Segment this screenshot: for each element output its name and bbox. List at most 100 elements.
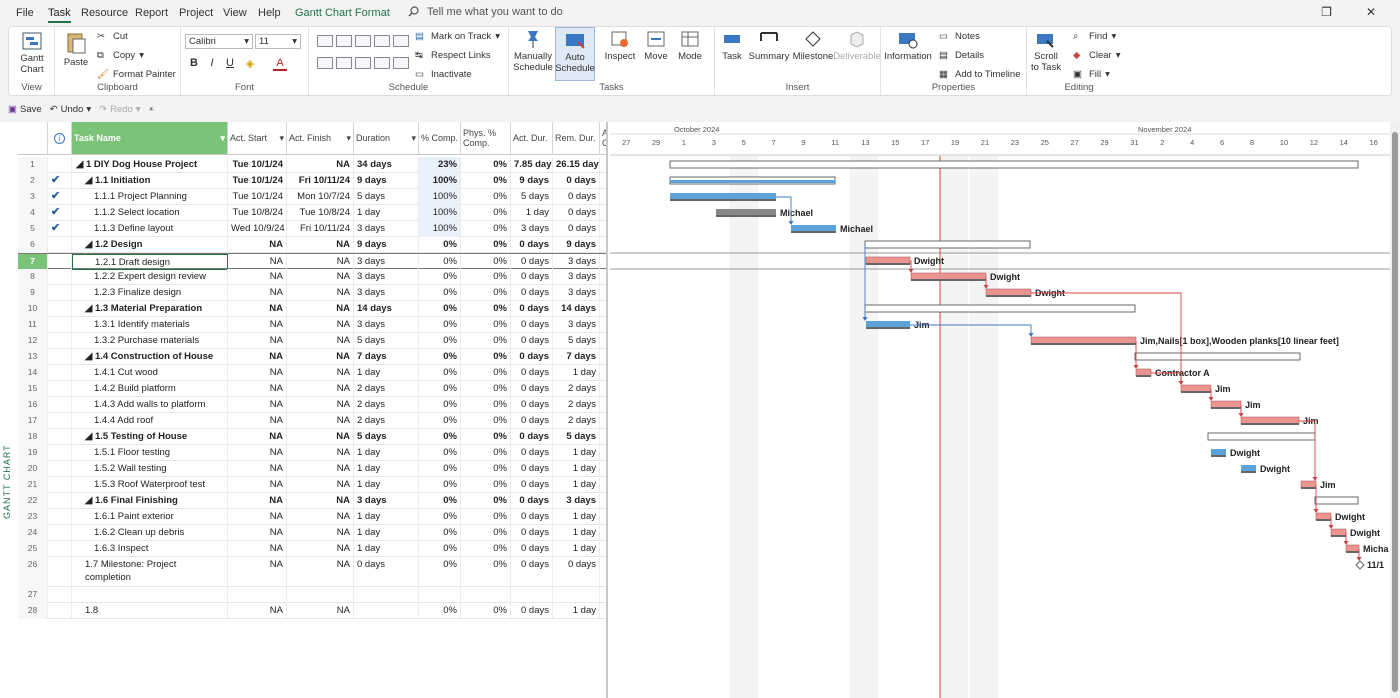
pc-cell[interactable]: 0%: [419, 269, 461, 285]
rem-cell[interactable]: 1 day: [553, 461, 600, 477]
finish-cell[interactable]: NA: [287, 397, 354, 413]
pc-cell[interactable]: 23%: [419, 157, 461, 173]
table-row[interactable]: 10 ◢ 1.3 Material Preparation NA NA 14 days 0…: [18, 301, 606, 317]
finish-cell[interactable]: NA: [287, 317, 354, 333]
row-number[interactable]: 16: [18, 397, 48, 413]
finish-cell[interactable]: NA: [287, 157, 354, 173]
dur-cell[interactable]: 1 day: [354, 461, 419, 477]
finish-cell[interactable]: NA: [287, 493, 354, 509]
finish-cell[interactable]: NA: [287, 445, 354, 461]
table-row[interactable]: 25 1.6.3 Inspect NA NA 1 day 0% 0% 0 days 1 day: [18, 541, 606, 557]
finish-cell[interactable]: NA: [287, 381, 354, 397]
pc-cell[interactable]: 0%: [419, 603, 461, 619]
start-cell[interactable]: NA: [228, 381, 287, 397]
phys-cell[interactable]: 0%: [461, 525, 511, 541]
dur-cell[interactable]: 1 day: [354, 541, 419, 557]
table-row[interactable]: 6 ◢ 1.2 Design NA NA 9 days 0% 0% 0 days 9 days: [18, 237, 606, 253]
pc-cell[interactable]: 0%: [419, 317, 461, 333]
manually-schedule-button[interactable]: Manually Schedule: [513, 29, 553, 73]
adur-cell[interactable]: 0 days: [511, 254, 553, 270]
clear-button[interactable]: ◆ Clear ▾: [1073, 50, 1120, 61]
table-row[interactable]: 2 ✔ ◢ 1.1 Initiation Tue 10/1/24 Fri 10/11/2…: [18, 173, 606, 189]
task-name-cell[interactable]: 1.1.2 Select location: [72, 205, 228, 221]
bold-button[interactable]: B: [187, 57, 201, 69]
inspect-button[interactable]: Inspect: [603, 29, 637, 62]
highlight-color-icon[interactable]: ◈: [243, 57, 257, 70]
respect-links-button[interactable]: ↹ Respect Links: [415, 50, 491, 61]
start-cell[interactable]: NA: [228, 477, 287, 493]
phys-cell[interactable]: 0%: [461, 413, 511, 429]
add-to-timeline-button[interactable]: ▦ Add to Timeline: [939, 69, 1020, 80]
finish-cell[interactable]: NA: [287, 557, 354, 587]
seventy-five-percent-icon[interactable]: [374, 35, 390, 47]
adur-cell[interactable]: 0 days: [511, 285, 553, 301]
row-number[interactable]: 17: [18, 413, 48, 429]
phys-cell[interactable]: 0%: [461, 509, 511, 525]
undo-button[interactable]: ↶ Undo ▾: [50, 104, 91, 115]
format-painter-button[interactable]: 🖌 Format Painter: [97, 69, 176, 80]
row-number[interactable]: 10: [18, 301, 48, 317]
phys-cell[interactable]: 0%: [461, 477, 511, 493]
dur-cell[interactable]: 3 days: [354, 317, 419, 333]
start-cell[interactable]: NA: [228, 557, 287, 587]
dur-cell[interactable]: 1 day: [354, 509, 419, 525]
task-name-cell[interactable]: 1.6.1 Paint exterior: [72, 509, 228, 525]
information-button[interactable]: Information: [883, 29, 933, 62]
start-cell[interactable]: NA: [228, 413, 287, 429]
finish-cell[interactable]: NA: [287, 603, 354, 619]
row-number[interactable]: 26: [18, 557, 48, 587]
adur-cell[interactable]: [511, 587, 553, 603]
table-row[interactable]: 3 ✔ 1.1.1 Project Planning Tue 10/1/24 Mon 1…: [18, 189, 606, 205]
underline-button[interactable]: U: [223, 57, 237, 69]
phys-cell[interactable]: [461, 587, 511, 603]
rem-cell[interactable]: 0 days: [553, 557, 600, 587]
mode-button[interactable]: Mode: [675, 29, 705, 62]
rem-cell[interactable]: 5 days: [553, 429, 600, 445]
table-row[interactable]: 12 1.3.2 Purchase materials NA NA 5 days 0% 0%…: [18, 333, 606, 349]
column-header-act-start[interactable]: Act. Start ▾: [228, 122, 287, 155]
task-name-cell[interactable]: 1.4.4 Add roof: [72, 413, 228, 429]
row-number[interactable]: 13: [18, 349, 48, 365]
adur-cell[interactable]: 0 days: [511, 237, 553, 253]
pc-cell[interactable]: 100%: [419, 173, 461, 189]
task-name-cell[interactable]: 1.4.2 Build platform: [72, 381, 228, 397]
phys-cell[interactable]: 0%: [461, 557, 511, 587]
dur-cell[interactable]: 9 days: [354, 173, 419, 189]
phys-cell[interactable]: 0%: [461, 445, 511, 461]
rem-cell[interactable]: 2 days: [553, 413, 600, 429]
dur-cell[interactable]: 3 days: [354, 254, 419, 270]
row-number[interactable]: 12: [18, 333, 48, 349]
row-number[interactable]: 14: [18, 365, 48, 381]
row-number[interactable]: 23: [18, 509, 48, 525]
rem-cell[interactable]: 2 days: [553, 381, 600, 397]
phys-cell[interactable]: 0%: [461, 285, 511, 301]
adur-cell[interactable]: 3 days: [511, 221, 553, 237]
finish-cell[interactable]: NA: [287, 429, 354, 445]
menu-file[interactable]: File: [16, 7, 34, 19]
dur-cell[interactable]: 9 days: [354, 237, 419, 253]
menu-project[interactable]: Project: [179, 7, 213, 19]
task-name-cell[interactable]: 1.2.2 Expert design review: [72, 269, 228, 285]
adur-cell[interactable]: 5 days: [511, 189, 553, 205]
adur-cell[interactable]: 0 days: [511, 525, 553, 541]
adur-cell[interactable]: 0 days: [511, 365, 553, 381]
pc-cell[interactable]: 0%: [419, 413, 461, 429]
table-row[interactable]: 23 1.6.1 Paint exterior NA NA 1 day 0% 0% 0 day…: [18, 509, 606, 525]
font-name-select[interactable]: Calibri ▾: [185, 34, 253, 49]
start-cell[interactable]: NA: [228, 525, 287, 541]
table-row[interactable]: 28 1.8 NA NA 0% 0% 0 days 1 day: [18, 603, 606, 619]
fill-button[interactable]: ▣ Fill ▾: [1073, 69, 1110, 80]
start-cell[interactable]: NA: [228, 461, 287, 477]
task-name-cell[interactable]: ◢ 1.3 Material Preparation: [72, 301, 228, 317]
finish-cell[interactable]: NA: [287, 525, 354, 541]
table-row[interactable]: 24 1.6.2 Clean up debris NA NA 1 day 0% 0% 0 da…: [18, 525, 606, 541]
pc-cell[interactable]: 0%: [419, 381, 461, 397]
start-cell[interactable]: NA: [228, 445, 287, 461]
dur-cell[interactable]: 14 days: [354, 301, 419, 317]
pc-cell[interactable]: 0%: [419, 445, 461, 461]
phys-cell[interactable]: 0%: [461, 603, 511, 619]
adur-cell[interactable]: 0 days: [511, 445, 553, 461]
menu-help[interactable]: Help: [258, 7, 281, 19]
table-row[interactable]: 20 1.5.2 Wall testing NA NA 1 day 0% 0% 0 days 1…: [18, 461, 606, 477]
phys-cell[interactable]: 0%: [461, 541, 511, 557]
